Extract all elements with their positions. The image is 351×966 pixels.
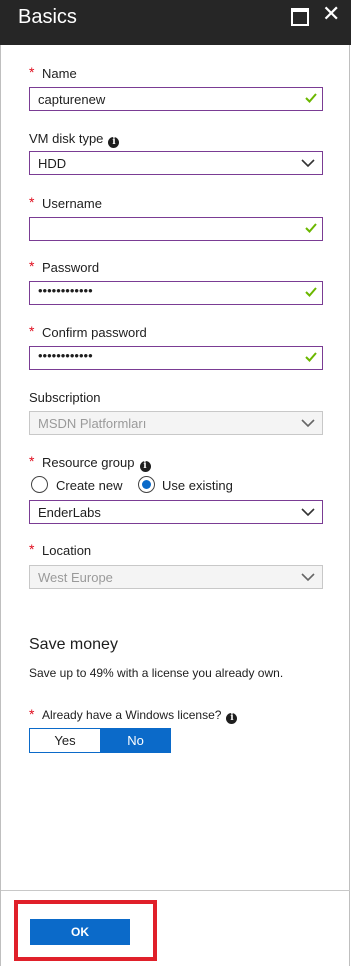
license-yes-toggle[interactable]: Yes xyxy=(29,728,101,753)
subscription-value: MSDN Platformları xyxy=(38,416,147,431)
blade-title: Basics xyxy=(18,6,77,28)
required-marker: * xyxy=(29,323,35,339)
checkmark-icon xyxy=(305,287,317,297)
subscription-select[interactable]: MSDN Platformları xyxy=(29,411,323,435)
name-value: capturenew xyxy=(38,92,106,107)
chevron-down-icon xyxy=(301,159,315,168)
checkmark-icon xyxy=(305,352,317,362)
password-label: * Password xyxy=(29,258,100,275)
required-marker: * xyxy=(29,453,35,469)
windows-license-label: * Already have a Windows license? i xyxy=(29,706,238,724)
confirm-password-input[interactable]: •••••••••••• xyxy=(29,346,323,370)
checkmark-icon xyxy=(305,223,317,233)
confirm-password-value: •••••••••••• xyxy=(38,348,93,363)
confirm-password-label: * Confirm password xyxy=(29,323,147,340)
use-existing-label[interactable]: Use existing xyxy=(162,478,233,493)
resource-group-label: * Resource group i xyxy=(29,453,151,472)
create-new-label[interactable]: Create new xyxy=(56,478,122,493)
location-select[interactable]: West Europe xyxy=(29,565,323,589)
location-label: * Location xyxy=(29,541,92,558)
vm-disk-type-label: VM disk type i xyxy=(29,131,120,148)
chevron-down-icon xyxy=(301,573,315,582)
chevron-down-icon xyxy=(301,508,315,517)
subscription-label: Subscription xyxy=(29,390,101,405)
info-icon[interactable]: i xyxy=(139,461,151,472)
name-label: * Name xyxy=(29,64,77,81)
vm-disk-type-value: HDD xyxy=(38,156,67,171)
password-input[interactable]: •••••••••••• xyxy=(29,281,323,305)
maximize-icon[interactable] xyxy=(291,8,309,26)
required-marker: * xyxy=(29,194,35,210)
required-marker: * xyxy=(29,706,35,722)
create-new-radio[interactable] xyxy=(31,476,48,493)
password-value: •••••••••••• xyxy=(38,283,93,298)
required-marker: * xyxy=(29,541,35,557)
chevron-down-icon xyxy=(301,419,315,428)
close-icon[interactable]: ✕ xyxy=(322,3,340,25)
save-money-heading: Save money xyxy=(29,636,118,653)
use-existing-radio[interactable] xyxy=(138,476,155,493)
footer-divider xyxy=(1,890,350,891)
required-marker: * xyxy=(29,64,35,80)
name-input[interactable]: capturenew xyxy=(29,87,323,111)
save-money-description: Save up to 49% with a license you alread… xyxy=(29,666,284,680)
required-marker: * xyxy=(29,258,35,274)
resource-group-select[interactable]: EnderLabs xyxy=(29,500,323,524)
info-icon[interactable]: i xyxy=(108,137,120,148)
blade-header: Basics ✕ xyxy=(0,0,351,45)
resource-group-value: EnderLabs xyxy=(38,505,101,520)
license-no-toggle[interactable]: No xyxy=(100,728,171,753)
checkmark-icon xyxy=(305,93,317,103)
username-input[interactable] xyxy=(29,217,323,241)
info-icon[interactable]: i xyxy=(226,713,238,724)
ok-button[interactable]: OK xyxy=(30,919,130,945)
location-value: West Europe xyxy=(38,570,113,585)
username-label: * Username xyxy=(29,194,102,211)
vm-disk-type-select[interactable]: HDD xyxy=(29,151,323,175)
